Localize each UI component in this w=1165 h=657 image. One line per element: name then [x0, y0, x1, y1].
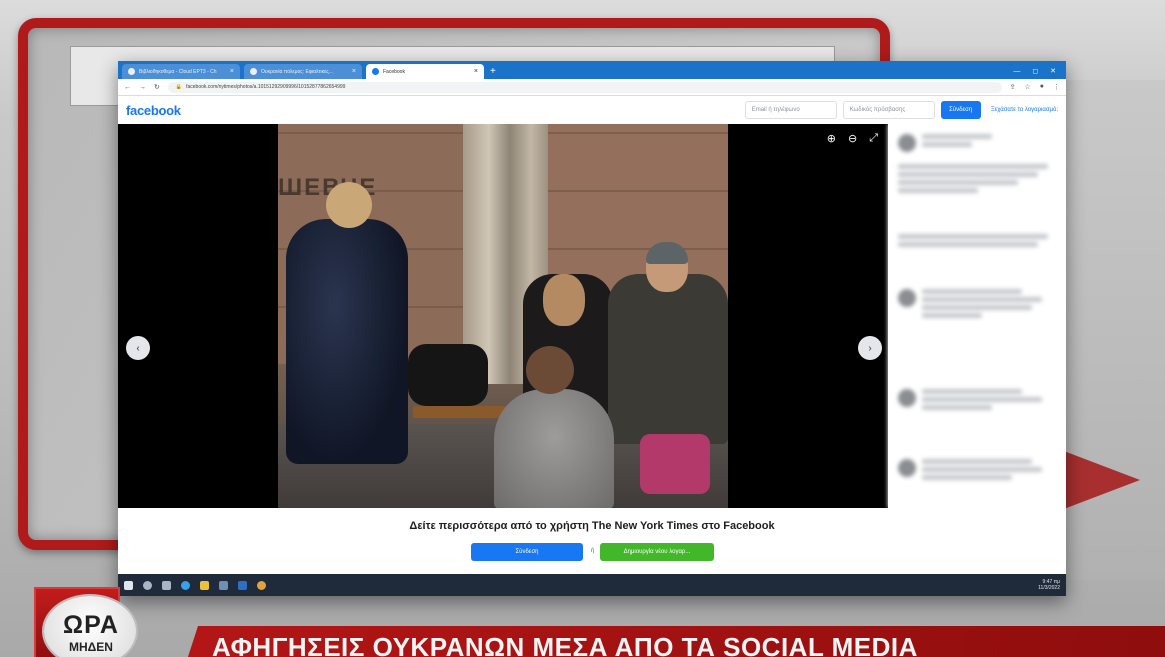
- reactions-row: [898, 234, 1048, 247]
- facebook-favicon-icon: [372, 68, 379, 75]
- prompt-login-button[interactable]: Σύνδεση: [471, 543, 583, 561]
- clock-date: 11/3/2022: [1038, 585, 1060, 591]
- chrome-icon[interactable]: [257, 580, 266, 590]
- profile-icon[interactable]: ●: [1040, 83, 1044, 91]
- forward-icon[interactable]: →: [139, 84, 146, 91]
- reload-icon[interactable]: ↻: [154, 83, 160, 91]
- viewer-tools: ⊕ ⊖ ⤢: [827, 132, 878, 145]
- post-caption: [898, 164, 1048, 193]
- comment: [898, 459, 1042, 480]
- close-icon[interactable]: ×: [230, 68, 234, 75]
- facebook-header: facebook Email ή τηλέφωνο Κωδικός πρόσβα…: [118, 96, 1066, 124]
- chevron-right-icon[interactable]: ›: [858, 336, 882, 360]
- browser-tab-bar: Βιβλιοθηκοθεμα - Cloud ΕΡΤ3 - Ch × Ουκρα…: [118, 61, 1066, 79]
- tab-title: Facebook: [383, 68, 405, 75]
- chevron-left-icon[interactable]: ‹: [126, 336, 150, 360]
- url-text: facebook.com/nytimes/photos/a.1015129290…: [186, 84, 346, 90]
- headline-text: ΑΦΗΓΗΣΕΙΣ ΟΥΚΡΑΝΩΝ ΜΕΣΑ ΑΠΟ ΤΑ SOCIAL ME…: [212, 632, 918, 657]
- password-field[interactable]: Κωδικός πρόσβασης: [842, 101, 935, 119]
- comment: [898, 389, 1042, 410]
- tab-title: Ουκρανία πόλεμος: Εφιαλτικές...: [261, 68, 333, 75]
- photo-viewer: ШЕВЧЕ ⊕ ⊖ ⤢ ‹ ›: [118, 124, 888, 508]
- close-icon[interactable]: ×: [474, 68, 478, 75]
- or-separator: ή: [591, 548, 595, 554]
- windows-start-icon[interactable]: [124, 580, 133, 590]
- menu-kebab-icon[interactable]: ⋮: [1053, 83, 1060, 91]
- avatar: [898, 459, 916, 477]
- system-clock[interactable]: 9:47 πμ 11/3/2022: [1038, 579, 1060, 591]
- login-button[interactable]: Σύνδεση: [940, 101, 981, 119]
- metro-shelter-photo: ШЕВЧЕ: [278, 124, 728, 508]
- new-tab-button[interactable]: +: [490, 64, 496, 79]
- browser-tab[interactable]: Βιβλιοθηκοθεμα - Cloud ΕΡΤ3 - Ch ×: [122, 64, 240, 79]
- email-field[interactable]: Email ή τηλέφωνο: [744, 101, 837, 119]
- zoom-in-icon[interactable]: ⊕: [827, 132, 836, 145]
- post-header: [898, 134, 992, 152]
- facebook-logo[interactable]: facebook: [126, 103, 181, 118]
- task-view-icon[interactable]: [162, 580, 171, 590]
- zoom-out-icon[interactable]: ⊖: [848, 132, 857, 145]
- avatar: [898, 389, 916, 407]
- close-window-button[interactable]: ✕: [1050, 64, 1056, 79]
- login-prompt-text: Δείτε περισσότερα από το χρήστη The New …: [409, 520, 775, 532]
- maximize-button[interactable]: ◻: [1032, 64, 1038, 79]
- monitor-screen: Βιβλιοθηκοθεμα - Cloud ΕΡΤ3 - Ch × Ουκρα…: [118, 61, 1066, 596]
- forgot-account-link[interactable]: Ξεχάσατε το λογαριασμό;: [991, 107, 1058, 113]
- photo-woman-head: [326, 182, 372, 228]
- share-icon[interactable]: ⇪: [1010, 83, 1016, 91]
- avatar: [898, 134, 916, 152]
- windows-taskbar: 9:47 πμ 11/3/2022: [118, 574, 1066, 596]
- photo-child-head: [526, 346, 574, 394]
- blurred-comments-sidebar: [888, 124, 1066, 508]
- mail-icon[interactable]: [238, 580, 247, 590]
- comment: [898, 289, 1042, 318]
- photo-woman-coat: [286, 219, 408, 464]
- minimize-button[interactable]: —: [1013, 64, 1020, 79]
- avatar: [898, 289, 916, 307]
- lock-icon: 🔒: [175, 84, 183, 90]
- channel-logo-line1: ΩΡΑ: [63, 611, 119, 639]
- login-prompt: Δείτε περισσότερα από το χρήστη The New …: [118, 508, 1066, 574]
- back-icon[interactable]: ←: [124, 84, 131, 91]
- bookmark-star-icon[interactable]: ☆: [1024, 83, 1030, 91]
- photo-seated-woman-head: [543, 274, 585, 326]
- browser-tab[interactable]: Ουκρανία πόλεμος: Εφιαλτικές... ×: [244, 64, 362, 79]
- tab-title: Βιβλιοθηκοθεμα - Cloud ΕΡΤ3 - Ch: [139, 68, 217, 75]
- photo-man: [608, 274, 728, 444]
- window-controls: — ◻ ✕: [1013, 64, 1066, 79]
- edge-icon[interactable]: [181, 580, 190, 590]
- browser-tab-active[interactable]: Facebook ×: [366, 64, 484, 79]
- login-form: Email ή τηλέφωνο Κωδικός πρόσβασης Σύνδε…: [744, 101, 1058, 119]
- channel-logo-line2: ΜΗΔΕΝ: [69, 640, 113, 654]
- create-account-button[interactable]: Δημιουργία νέου λογαρ...: [600, 543, 714, 561]
- fullscreen-icon[interactable]: ⤢: [869, 132, 878, 145]
- store-icon[interactable]: [219, 580, 228, 590]
- address-bar: ← → ↻ 🔒 facebook.com/nytimes/photos/a.10…: [118, 79, 1066, 96]
- photo-bag: [408, 344, 488, 406]
- browser-actions: ⇪ ☆ ● ⋮: [1010, 83, 1060, 91]
- photo-child: [494, 389, 614, 508]
- tab-favicon-icon: [128, 68, 135, 75]
- url-field[interactable]: 🔒 facebook.com/nytimes/photos/a.10151292…: [167, 81, 1002, 93]
- file-explorer-icon[interactable]: [200, 580, 209, 590]
- search-icon[interactable]: [143, 580, 152, 590]
- tab-favicon-icon: [250, 68, 257, 75]
- photo-pet-carrier: [640, 434, 710, 494]
- close-icon[interactable]: ×: [352, 68, 356, 75]
